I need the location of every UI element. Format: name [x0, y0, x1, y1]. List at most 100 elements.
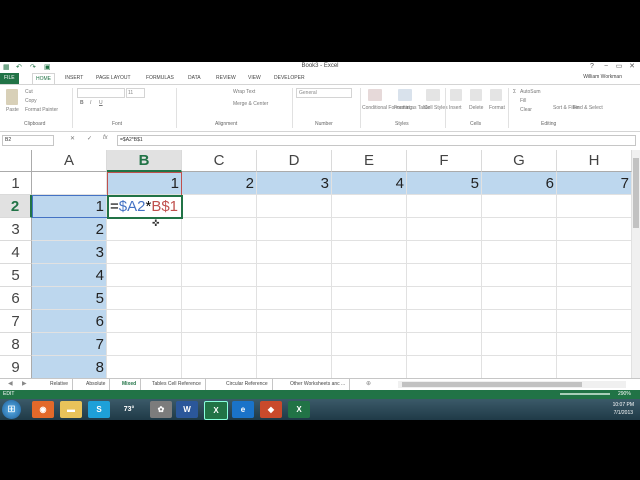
tab-home[interactable]: HOME [32, 73, 55, 84]
column-header[interactable]: F [407, 150, 482, 172]
select-all-corner[interactable] [0, 150, 32, 172]
system-clock[interactable]: 10:07 PM 7/1/2013 [613, 401, 634, 417]
cell-h1[interactable]: 7 [557, 172, 632, 195]
windows-start-icon[interactable]: ⊞ [2, 400, 21, 419]
cell-a6[interactable]: 5 [32, 287, 107, 310]
cell-e1[interactable]: 4 [332, 172, 407, 195]
column-header[interactable]: G [482, 150, 557, 172]
cell-a5[interactable]: 4 [32, 264, 107, 287]
internet-explorer-icon[interactable]: e [232, 401, 254, 418]
cell-a8[interactable]: 7 [32, 333, 107, 356]
cell-a4[interactable]: 3 [32, 241, 107, 264]
bold-button[interactable]: B [80, 100, 84, 106]
column-header[interactable]: C [182, 150, 257, 172]
help-button[interactable]: ? [586, 62, 598, 72]
delete-cells-icon[interactable] [470, 89, 482, 101]
cancel-icon[interactable]: ✕ [70, 135, 75, 142]
sheet-tab-tables-cell-reference[interactable]: Tables Cell Reference [148, 379, 206, 390]
word-icon[interactable]: W [176, 401, 198, 418]
row-header[interactable]: 8 [0, 333, 32, 356]
firefox-icon[interactable]: ◉ [32, 401, 54, 418]
insert-cells-icon[interactable] [450, 89, 462, 101]
settings-icon[interactable]: ✿ [150, 401, 172, 418]
tab-review[interactable]: REVIEW [216, 74, 236, 83]
cell-d1[interactable]: 3 [257, 172, 332, 195]
file-explorer-icon[interactable]: ▬ [60, 401, 82, 418]
sheet-next-icon[interactable]: ▶ [22, 380, 27, 387]
skype-icon[interactable]: S [88, 401, 110, 418]
sheet-tab-relative[interactable]: Relative [46, 379, 74, 390]
scrollbar-thumb[interactable] [633, 158, 639, 228]
format-as-table-icon[interactable] [398, 89, 412, 101]
sheet-tab-circular-reference[interactable]: Circular Reference [222, 379, 273, 390]
italic-button[interactable]: I [90, 100, 91, 106]
zoom-slider[interactable] [560, 393, 610, 395]
tab-view[interactable]: VIEW [248, 74, 261, 83]
column-header[interactable]: E [332, 150, 407, 172]
enter-icon[interactable]: ✓ [87, 135, 92, 142]
format-cells-icon[interactable] [490, 89, 502, 101]
cell-styles-icon[interactable] [426, 89, 440, 101]
row-header[interactable]: 7 [0, 310, 32, 333]
row-header[interactable]: 3 [0, 218, 32, 241]
minimize-button[interactable]: − [600, 62, 612, 72]
format-painter-button[interactable]: Format Painter [25, 107, 58, 113]
underline-button[interactable]: U [99, 100, 103, 106]
insert-function-icon[interactable]: fx [103, 135, 108, 141]
app-icon[interactable]: ◆ [260, 401, 282, 418]
cut-button[interactable]: Cut [25, 89, 33, 95]
row-header[interactable]: 9 [0, 356, 32, 379]
user-name[interactable]: William Workman [583, 74, 622, 80]
merge-center-button[interactable]: Merge & Center [233, 101, 268, 107]
tab-page-layout[interactable]: PAGE LAYOUT [96, 74, 131, 83]
cell-g1[interactable]: 6 [482, 172, 557, 195]
tab-insert[interactable]: INSERT [65, 74, 83, 83]
sheet-prev-icon[interactable]: ◀ [8, 380, 13, 387]
cell-c1[interactable]: 2 [182, 172, 257, 195]
formula-input[interactable]: =$A2*B$1 [117, 135, 636, 146]
grid-area[interactable] [107, 195, 632, 379]
sheet-tab-absolute[interactable]: Absolute [82, 379, 111, 390]
wrap-text-button[interactable]: Wrap Text [233, 89, 255, 95]
row-header[interactable]: 6 [0, 287, 32, 310]
autosum-button[interactable]: AutoSum [520, 89, 541, 95]
vertical-scrollbar[interactable] [632, 150, 640, 382]
column-header[interactable]: B [107, 150, 182, 172]
font-size-select[interactable]: 11 [126, 88, 145, 98]
column-header[interactable]: A [32, 150, 107, 172]
insert-cells-button[interactable]: Insert [449, 105, 462, 111]
column-header[interactable]: H [557, 150, 632, 172]
cell-a1[interactable] [32, 172, 107, 195]
horizontal-scrollbar[interactable] [398, 381, 626, 388]
autosum-icon[interactable]: Σ [513, 89, 516, 95]
copy-button[interactable]: Copy [25, 98, 37, 104]
fill-button[interactable]: Fill [520, 98, 526, 104]
clear-button[interactable]: Clear [520, 107, 532, 113]
paste-label[interactable]: Paste [6, 107, 19, 113]
cell-a9[interactable]: 8 [32, 356, 107, 379]
sheet-tab-other-worksheets[interactable]: Other Worksheets anc ... [286, 379, 351, 390]
tab-file[interactable]: FILE [0, 73, 19, 84]
row-header[interactable]: 4 [0, 241, 32, 264]
cell-a7[interactable]: 6 [32, 310, 107, 333]
row-header[interactable]: 5 [0, 264, 32, 287]
name-box[interactable]: B2 [2, 135, 54, 146]
cell-f1[interactable]: 5 [407, 172, 482, 195]
paste-icon[interactable] [6, 89, 18, 105]
weather-gadget[interactable]: 73° [116, 401, 142, 418]
column-header[interactable]: D [257, 150, 332, 172]
row-header[interactable]: 1 [0, 172, 32, 195]
tab-formulas[interactable]: FORMULAS [146, 74, 174, 83]
row-header[interactable]: 2 [0, 195, 32, 218]
excel-file-icon[interactable]: X [288, 401, 310, 418]
scrollbar-thumb[interactable] [402, 382, 582, 387]
tab-data[interactable]: DATA [188, 74, 201, 83]
delete-cells-button[interactable]: Delete [469, 105, 483, 111]
font-name-select[interactable] [77, 88, 125, 98]
active-cell-b2[interactable]: =$A2*B$1 [107, 195, 183, 219]
add-sheet-icon[interactable]: ⊕ [366, 380, 371, 387]
excel-icon[interactable]: X [204, 401, 228, 420]
zoom-level[interactable]: 290% [618, 390, 631, 399]
find-select-button[interactable]: Find & Select [573, 105, 603, 111]
tab-developer[interactable]: DEVELOPER [274, 74, 305, 83]
